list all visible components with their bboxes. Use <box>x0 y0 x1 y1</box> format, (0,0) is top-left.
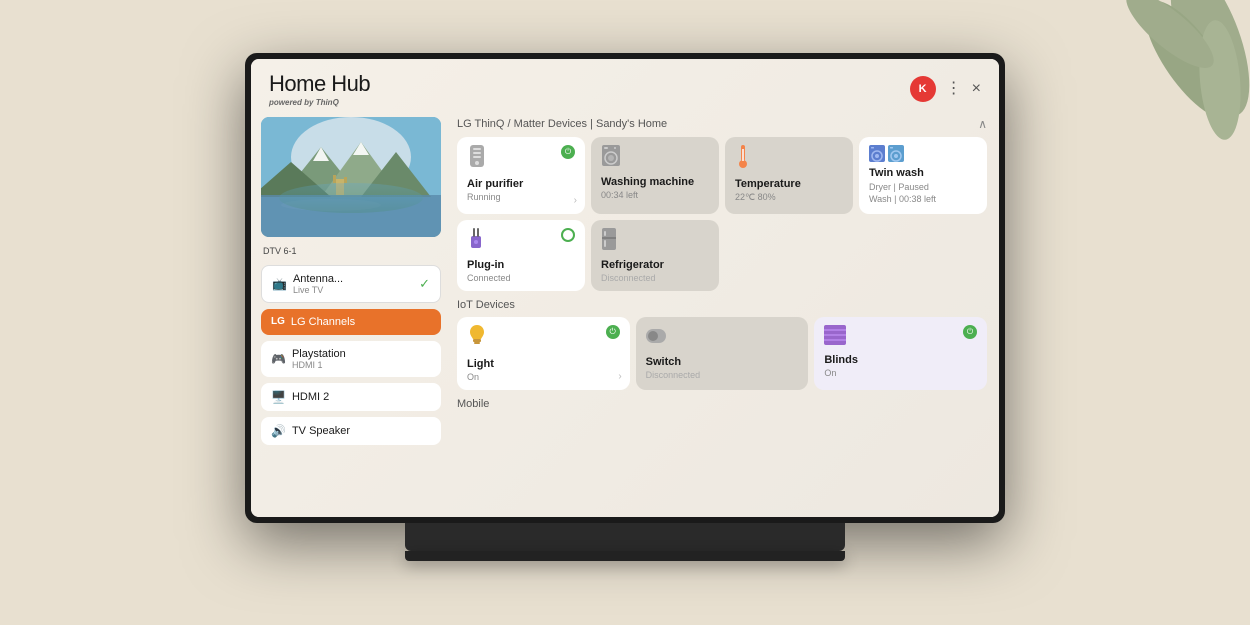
source-lg-channels[interactable]: LG LG Channels <box>261 309 441 335</box>
power-outline-icon <box>561 228 575 242</box>
powered-by-text: powered by <box>269 98 313 107</box>
antenna-sub: Live TV <box>293 285 343 295</box>
plug-in-status: Connected <box>467 273 575 283</box>
temperature-icon <box>735 145 751 174</box>
user-avatar[interactable]: K <box>910 76 936 102</box>
hub-content: DTV 6-1 📺 Antenna... Live TV ✓ <box>251 113 999 517</box>
switch-name: Switch <box>646 356 799 368</box>
refrigerator-name: Refrigerator <box>601 259 709 271</box>
playstation-name: Playstation <box>292 348 346 360</box>
tv-screen: Home Hub powered by ThinQ K ⋮ × <box>251 59 999 517</box>
temperature-status: 22℃ 80% <box>735 192 843 203</box>
iot-device-grid: ⏻ Light On › <box>457 317 987 390</box>
device-card-temperature[interactable]: Temperature 22℃ 80% <box>725 137 853 214</box>
light-status: On <box>467 372 620 382</box>
blinds-status: On <box>824 368 977 378</box>
check-icon: ✓ <box>419 276 430 292</box>
mobile-section-title: Mobile <box>457 398 489 410</box>
tv-preview <box>261 117 441 237</box>
twin-wash-detail1: Dryer | Paused <box>869 181 977 194</box>
twin-wash-detail2: Wash | 00:38 left <box>869 193 977 206</box>
tv-preview-image <box>261 117 441 237</box>
tv-stand-base <box>405 551 845 561</box>
plug-icon <box>467 228 485 255</box>
device-card-air-purifier[interactable]: ⏻ Air purifier Running › <box>457 137 585 214</box>
blinds-power-icon: ⏻ <box>963 325 977 339</box>
air-purifier-name: Air purifier <box>467 178 575 190</box>
antenna-name: Antenna... <box>293 273 343 285</box>
hub-title: Home Hub <box>269 71 370 97</box>
washing-machine-status: 00:34 left <box>601 190 709 200</box>
tv-wrapper: Home Hub powered by ThinQ K ⋮ × <box>245 53 1005 573</box>
tv-frame: Home Hub powered by ThinQ K ⋮ × <box>245 53 1005 523</box>
thinq-section-header: LG ThinQ / Matter Devices | Sandy's Home… <box>457 117 987 131</box>
title-block: Home Hub powered by ThinQ <box>269 71 370 107</box>
switch-icon <box>646 325 666 352</box>
device-card-refrigerator[interactable]: Refrigerator Disconnected <box>591 220 719 291</box>
thinq-section: LG ThinQ / Matter Devices | Sandy's Home… <box>457 117 987 291</box>
hub-header: Home Hub powered by ThinQ K ⋮ × <box>251 59 999 113</box>
light-icon <box>467 325 487 354</box>
hub-subtitle: powered by ThinQ <box>269 98 370 107</box>
tv-speaker-name: TV Speaker <box>292 425 350 437</box>
mobile-section-header: Mobile <box>457 398 987 410</box>
thinq-device-row1: ⏻ Air purifier Running › <box>457 137 987 214</box>
refrigerator-icon <box>601 228 617 255</box>
thinq-collapse-icon[interactable]: ∧ <box>978 117 987 131</box>
more-menu-button[interactable]: ⋮ <box>946 81 962 97</box>
light-power-icon: ⏻ <box>606 325 620 339</box>
playstation-sub: HDMI 1 <box>292 360 346 370</box>
plug-in-name: Plug-in <box>467 259 575 271</box>
source-tv-speaker[interactable]: 🔊 TV Speaker <box>261 417 441 445</box>
source-antenna[interactable]: 📺 Antenna... Live TV ✓ <box>261 265 441 303</box>
air-purifier-status: Running <box>467 192 575 202</box>
right-panel: LG ThinQ / Matter Devices | Sandy's Home… <box>451 113 999 517</box>
power-on-icon: ⏻ <box>561 145 575 159</box>
source-hdmi2[interactable]: 🖥️ HDMI 2 <box>261 383 441 411</box>
device-card-plug-in[interactable]: Plug-in Connected <box>457 220 585 291</box>
device-card-twin-wash[interactable]: Twin wash Dryer | Paused Wash | 00:38 le… <box>859 137 987 214</box>
empty-cell-1 <box>725 220 853 291</box>
switch-status: Disconnected <box>646 370 799 380</box>
thinq-device-row2: Plug-in Connected <box>457 220 987 291</box>
home-hub-panel: Home Hub powered by ThinQ K ⋮ × <box>251 59 999 517</box>
lg-channels-name: LG Channels <box>291 316 355 328</box>
tv-icon: 📺 <box>272 277 287 291</box>
air-purifier-icon <box>467 145 487 174</box>
refrigerator-status: Disconnected <box>601 273 709 283</box>
close-button[interactable]: × <box>972 81 981 97</box>
iot-section: IoT Devices ⏻ <box>457 299 987 390</box>
lg-icon: LG <box>271 316 285 327</box>
mobile-section: Mobile <box>457 398 987 416</box>
header-actions: K ⋮ × <box>910 76 981 102</box>
source-playstation[interactable]: 🎮 Playstation HDMI 1 <box>261 341 441 377</box>
device-card-light[interactable]: ⏻ Light On › <box>457 317 630 390</box>
twin-wash-icons <box>869 145 977 163</box>
speaker-icon: 🔊 <box>271 424 286 438</box>
temperature-name: Temperature <box>735 178 843 190</box>
thinq-brand: ThinQ <box>316 98 339 107</box>
device-card-washing-machine[interactable]: Washing machine 00:34 left <box>591 137 719 214</box>
device-card-blinds[interactable]: ⏻ Blinds On <box>814 317 987 390</box>
thinq-section-title: LG ThinQ / Matter Devices | Sandy's Home <box>457 118 667 130</box>
light-name: Light <box>467 358 620 370</box>
light-chevron: › <box>618 371 621 382</box>
washing-machine-name: Washing machine <box>601 176 709 188</box>
twin-wash-name: Twin wash <box>869 167 977 179</box>
hdmi2-name: HDMI 2 <box>292 391 329 403</box>
blinds-name: Blinds <box>824 354 977 366</box>
iot-section-title: IoT Devices <box>457 299 515 311</box>
iot-section-header: IoT Devices <box>457 299 987 311</box>
device-card-switch[interactable]: Switch Disconnected <box>636 317 809 390</box>
left-panel: DTV 6-1 📺 Antenna... Live TV ✓ <box>251 113 451 517</box>
tv-stand <box>405 523 845 551</box>
empty-cell-2 <box>859 220 987 291</box>
air-purifier-chevron: › <box>574 195 577 206</box>
hdmi-icon: 🖥️ <box>271 390 286 404</box>
playstation-icon: 🎮 <box>271 352 286 366</box>
washing-machine-icon <box>601 145 621 172</box>
tv-channel-label: DTV 6-1 <box>261 243 441 259</box>
blinds-icon <box>824 325 846 350</box>
